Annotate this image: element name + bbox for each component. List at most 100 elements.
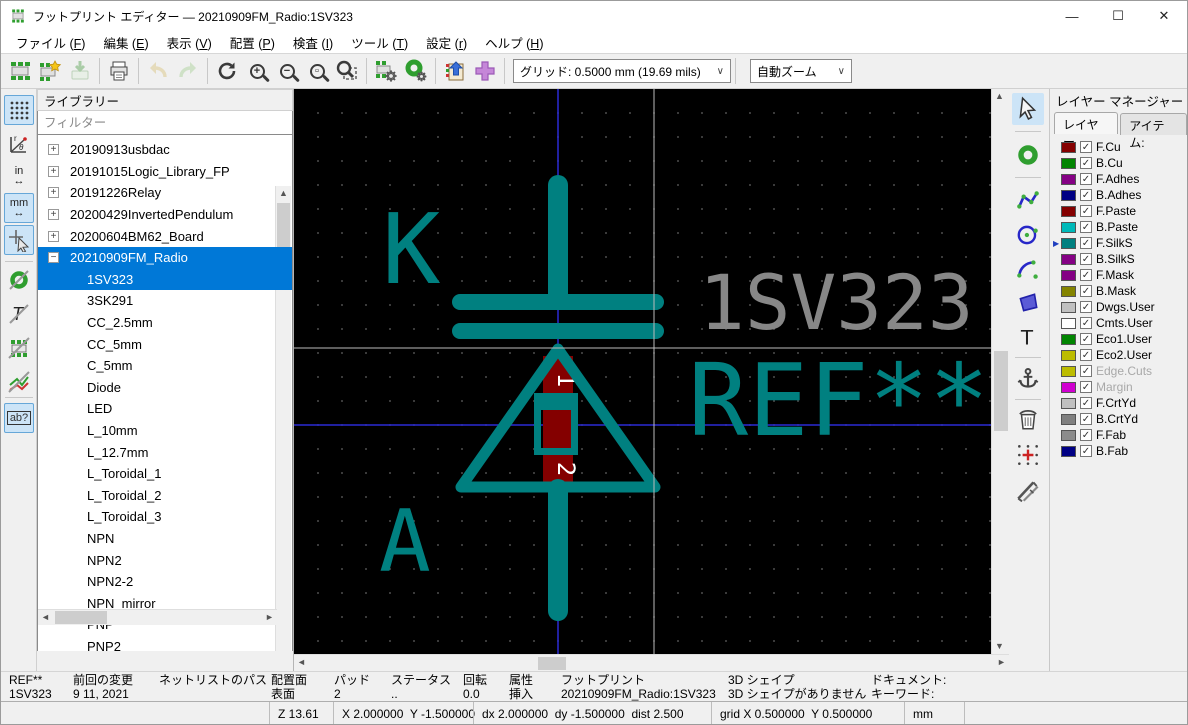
layer-row[interactable]: ▶ ✓ Margin (1050, 379, 1188, 395)
layer-visibility-checkbox[interactable]: ✓ (1080, 253, 1092, 265)
library-tree-item[interactable]: PNP2 (38, 636, 292, 651)
layer-visibility-checkbox[interactable]: ✓ (1080, 285, 1092, 297)
tree-expander-icon[interactable]: + (48, 187, 59, 198)
library-tree-item[interactable]: + 20191226Relay (38, 182, 292, 204)
save-button[interactable] (65, 56, 95, 86)
layer-row[interactable]: ▶ ✓ B.Mask (1050, 283, 1188, 299)
pad-sketch-mode-button[interactable] (4, 265, 34, 295)
scroll-right-icon[interactable]: ► (994, 655, 1009, 670)
menu-item[interactable]: ファイル (F) (7, 30, 94, 55)
tree-expander-icon[interactable]: + (48, 144, 59, 155)
library-tree-horizontal-scrollbar[interactable]: ◄ ► (38, 609, 277, 625)
layer-color-swatch[interactable] (1061, 302, 1076, 313)
high-contrast-text-button[interactable]: ab? (4, 403, 34, 433)
layer-color-swatch[interactable] (1061, 206, 1076, 217)
layer-manager-tab[interactable]: アイテム: (1120, 113, 1187, 135)
layer-color-swatch[interactable] (1061, 446, 1076, 457)
layer-color-swatch[interactable] (1061, 334, 1076, 345)
zoom-out-button[interactable]: − (272, 56, 302, 86)
layer-row[interactable]: ▶ ✓ B.SilkS (1050, 251, 1188, 267)
update-footprint-on-board-button[interactable] (440, 56, 470, 86)
layer-row[interactable]: ▶ ✓ B.Fab (1050, 443, 1188, 459)
layer-color-swatch[interactable] (1061, 398, 1076, 409)
text-sketch-mode-button[interactable]: T (4, 299, 34, 329)
units-inches-button[interactable]: in↔ (4, 161, 34, 191)
library-tree-item[interactable]: − 20210909FM_Radio (38, 247, 292, 269)
edge-sketch-mode-button[interactable] (4, 367, 34, 397)
layer-row[interactable]: ▶ ✓ F.Mask (1050, 267, 1188, 283)
layer-visibility-checkbox[interactable]: ✓ (1080, 189, 1092, 201)
arc-tool-button[interactable] (1012, 253, 1044, 285)
menu-item[interactable]: ヘルプ (H) (476, 30, 552, 55)
library-tree-item[interactable]: 1SV323 (38, 269, 292, 291)
pad-properties-button[interactable] (401, 56, 431, 86)
layer-row[interactable]: ▶ ✓ F.SilkS (1050, 235, 1188, 251)
layer-color-swatch[interactable] (1061, 222, 1076, 233)
menu-item[interactable]: ツール (T) (342, 30, 417, 55)
library-tree-item[interactable]: L_10mm (38, 420, 292, 442)
layer-visibility-checkbox[interactable]: ✓ (1080, 173, 1092, 185)
layer-visibility-checkbox[interactable]: ✓ (1080, 381, 1092, 393)
layer-visibility-checkbox[interactable]: ✓ (1080, 141, 1092, 153)
silkscreen-diode-symbol[interactable] (460, 185, 656, 611)
canvas-horizontal-scrollbar[interactable]: ◄ ► (294, 654, 1009, 671)
select-tool-button[interactable] (1012, 93, 1044, 125)
menu-item[interactable]: 検査 (I) (284, 30, 342, 55)
library-tree-item[interactable]: + 20200604BM62_Board (38, 225, 292, 247)
layer-color-swatch[interactable] (1061, 350, 1076, 361)
print-button[interactable] (104, 56, 134, 86)
scroll-left-icon[interactable]: ◄ (294, 655, 309, 670)
scroll-up-icon[interactable]: ▲ (992, 89, 1007, 104)
menu-item[interactable]: 編集 (E) (94, 30, 157, 55)
tree-expander-icon[interactable]: + (48, 231, 59, 242)
library-tree-item[interactable]: NPN (38, 528, 292, 550)
close-button[interactable]: ✕ (1141, 1, 1187, 31)
footprint-value-text[interactable]: 1SV323 (699, 258, 974, 347)
layer-row[interactable]: ▶ ✓ Cmts.User (1050, 315, 1188, 331)
layer-visibility-checkbox[interactable]: ✓ (1080, 349, 1092, 361)
layer-visibility-checkbox[interactable]: ✓ (1080, 301, 1092, 313)
menu-item[interactable]: 表示 (V) (158, 30, 221, 55)
layer-row[interactable]: ▶ ✓ B.Cu (1050, 155, 1188, 171)
layer-visibility-checkbox[interactable]: ✓ (1080, 317, 1092, 329)
library-tree-item[interactable]: L_Toroidal_2 (38, 485, 292, 507)
circle-tool-button[interactable] (1012, 219, 1044, 251)
pad-tool-button[interactable] (1012, 139, 1044, 171)
library-tree-item[interactable]: L_Toroidal_1 (38, 463, 292, 485)
grid-toggle-button[interactable] (4, 95, 34, 125)
grid-origin-tool-button[interactable] (1012, 439, 1044, 471)
text-tool-button[interactable]: T (1012, 321, 1044, 353)
library-tree-item[interactable]: C_5mm (38, 355, 292, 377)
polygon-tool-button[interactable] (1012, 287, 1044, 319)
tree-expander-icon[interactable]: + (48, 166, 59, 177)
cursor-shape-button[interactable] (4, 225, 34, 255)
footprint-reference-text[interactable]: REF** (688, 342, 989, 459)
library-tree-item[interactable]: LED (38, 398, 292, 420)
insert-footprint-button[interactable] (470, 56, 500, 86)
layer-row[interactable]: ▶ ✓ F.Paste (1050, 203, 1188, 219)
polar-coords-button[interactable]: rθ (4, 129, 34, 159)
layer-row[interactable]: ▶ ✓ Edge.Cuts (1050, 363, 1188, 379)
library-tree-item[interactable]: + 20191015Logic_Library_FP (38, 161, 292, 183)
units-mm-button[interactable]: mm↔ (4, 193, 34, 223)
anode-label[interactable]: A (379, 492, 431, 592)
redo-button[interactable] (173, 56, 203, 86)
line-tool-button[interactable] (1012, 185, 1044, 217)
layer-color-swatch[interactable] (1061, 414, 1076, 425)
layer-color-swatch[interactable] (1061, 366, 1076, 377)
kathode-label[interactable]: K (382, 193, 441, 306)
library-tree-item[interactable]: CC_2.5mm (38, 312, 292, 334)
footprint-sketch-mode-button[interactable] (4, 333, 34, 363)
library-tree-item[interactable]: 3SK291 (38, 290, 292, 312)
zoom-in-button[interactable]: + (242, 56, 272, 86)
layer-row[interactable]: ▶ ✓ Eco2.User (1050, 347, 1188, 363)
zoom-selection-button[interactable] (332, 56, 362, 86)
delete-tool-button[interactable] (1012, 403, 1044, 435)
library-tree-item[interactable]: + 20190913usbdac (38, 139, 292, 161)
library-tree-item[interactable]: NPN2 (38, 549, 292, 571)
maximize-button[interactable]: ☐ (1095, 1, 1141, 31)
layer-row[interactable]: ▶ ✓ F.Fab (1050, 427, 1188, 443)
footprint-wizard-button[interactable] (35, 56, 65, 86)
footprint-properties-button[interactable] (371, 56, 401, 86)
measure-tool-button[interactable] (1012, 475, 1044, 507)
